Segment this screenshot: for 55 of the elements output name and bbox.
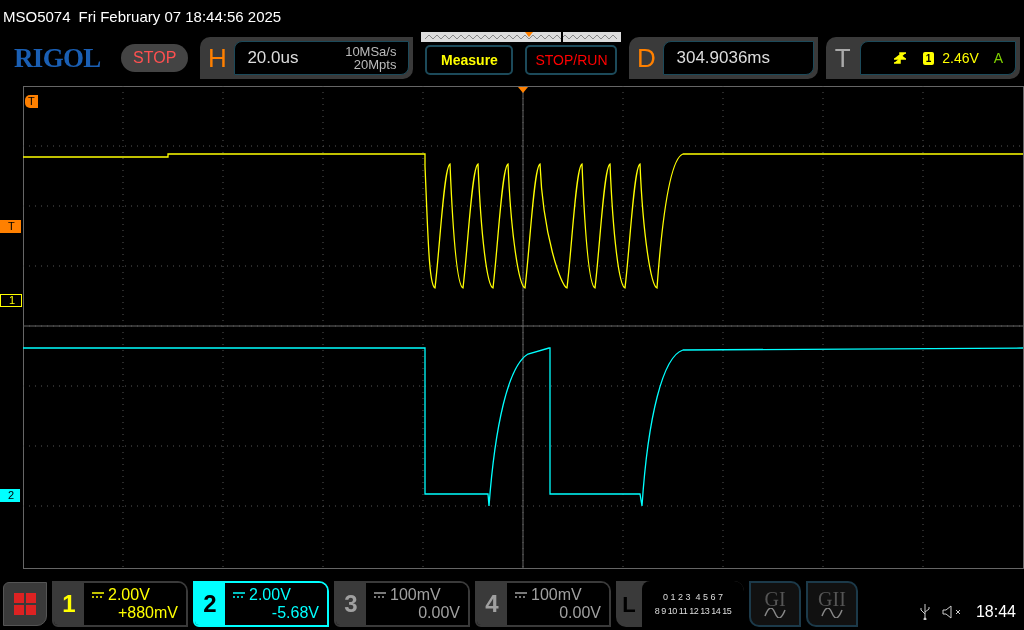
dc-coupling-icon (374, 592, 386, 598)
channel-number: 4 (477, 583, 507, 625)
channel-offset: -5.68V (271, 604, 319, 622)
horizontal-panel[interactable]: H 20.0us 10MSa/s 20Mpts (200, 37, 414, 79)
logo: RIGOL (14, 41, 102, 75)
channel-offset: 0.00V (559, 604, 601, 622)
channel-2-marker: 2 (0, 489, 21, 502)
run-state: STOP (121, 44, 189, 72)
trigger-mode: A (993, 48, 1003, 68)
dc-coupling-icon (92, 592, 104, 598)
channel-panel[interactable]: 2 2.00V -5.68V (193, 581, 329, 627)
channel-1-marker: 1 (0, 294, 23, 307)
model-label: MSO5074 (3, 6, 71, 27)
trigger-position-icon (518, 87, 528, 93)
channel-scale: 2.00V (108, 586, 150, 604)
sine-wave-icon (764, 608, 786, 618)
panel-letter: D (636, 41, 657, 75)
panel-letter: H (207, 41, 228, 75)
delay-panel[interactable]: D 304.9036ms (629, 37, 818, 79)
trigger-source: 1 (922, 51, 935, 65)
channel-panel[interactable]: 4 100mV 0.00V (475, 581, 611, 627)
logic-letter: L (621, 590, 637, 619)
digital-channels-row-text: 0 1 2 3 4 5 6 7 (661, 591, 724, 604)
sine-wave-icon (821, 608, 843, 618)
menu-button[interactable] (3, 582, 47, 626)
channel-number: 3 (336, 583, 366, 625)
channel-scale: 100mV (531, 586, 582, 604)
trigger-level-marker: T (0, 220, 21, 233)
dc-coupling-icon (233, 592, 245, 598)
trigger-level: 2.46V (942, 48, 979, 68)
clock: 18:44 (975, 602, 1016, 622)
channel-number: 1 (54, 583, 84, 625)
channel-panel[interactable]: 3 100mV 0.00V (334, 581, 470, 627)
panel-letter: T (833, 41, 852, 75)
usb-icon (919, 604, 930, 620)
stop-run-button[interactable]: STOP/RUN (525, 45, 618, 75)
logic-panel[interactable]: L 0 1 2 3 4 5 6 7 8 9 10 11 12 13 14 15 (616, 581, 744, 627)
dc-coupling-icon (515, 592, 527, 598)
trigger-panel[interactable]: T 1 2.46V A (825, 37, 1020, 79)
channel-offset: 0.00V (418, 604, 460, 622)
channel-panel[interactable]: 1 2.00V +880mV (52, 581, 188, 627)
delay-value: 304.9036ms (676, 47, 771, 70)
date-time: Fri February 07 18:44:56 2025 (78, 6, 282, 27)
channel-scale: 100mV (390, 586, 441, 604)
trigger-position-marker: T (25, 95, 38, 108)
sample-rate: 10MSa/s (345, 45, 397, 58)
channel-offset: +880mV (117, 604, 178, 622)
measure-button[interactable]: Measure (425, 45, 514, 75)
memory-timeline-icon (421, 32, 622, 42)
channel-number: 2 (195, 583, 225, 625)
grid-menu-icon (14, 593, 36, 615)
channel-scale: 2.00V (249, 586, 291, 604)
memory-depth: 20Mpts (353, 58, 397, 71)
digital-channels-row-text: 8 9 10 11 12 13 14 15 (653, 605, 733, 618)
timebase: 20.0us (247, 47, 299, 70)
